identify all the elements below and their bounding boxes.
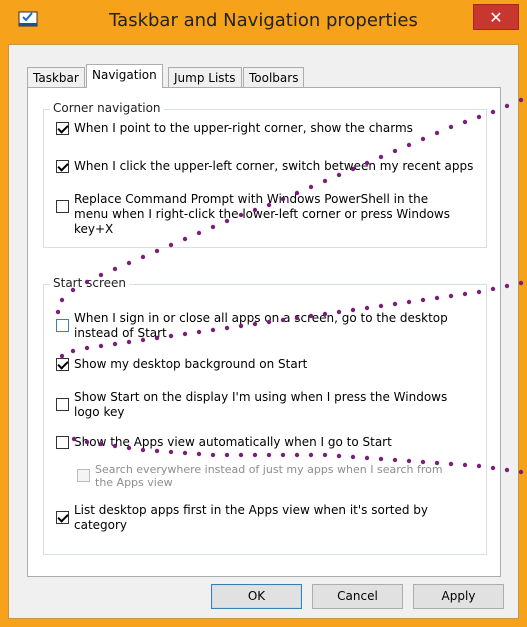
powershell-checkbox[interactable]	[56, 200, 69, 213]
tab-taskbar[interactable]: Taskbar	[27, 67, 85, 87]
option-powershell[interactable]: Replace Command Prompt with Windows Powe…	[56, 192, 466, 237]
show-start-on-display-checkbox[interactable]	[56, 398, 69, 411]
option-show-start-on-display[interactable]: Show Start on the display I'm using when…	[56, 390, 471, 420]
start-screen-legend: Start screen	[50, 276, 130, 290]
desktop-background-label: Show my desktop background on Start	[74, 357, 308, 371]
option-desktop-apps-first[interactable]: List desktop apps first in the Apps view…	[56, 503, 466, 533]
switch-recent-apps-checkbox[interactable]	[56, 160, 69, 173]
apply-button[interactable]: Apply	[413, 584, 504, 609]
go-to-desktop-checkbox[interactable]	[56, 319, 69, 332]
show-charms-checkbox[interactable]	[56, 122, 69, 135]
desktop-background-checkbox[interactable]	[56, 358, 69, 371]
ok-button[interactable]: OK	[211, 584, 302, 609]
powershell-label: Replace Command Prompt with Windows Powe…	[74, 192, 450, 236]
tab-navigation[interactable]: Navigation	[86, 64, 163, 88]
tab-jump-lists[interactable]: Jump Lists	[168, 67, 242, 87]
option-show-charms[interactable]: When I point to the upper-right corner, …	[56, 121, 480, 136]
show-charms-label: When I point to the upper-right corner, …	[74, 121, 413, 135]
option-apps-view-auto[interactable]: Show the Apps view automatically when I …	[56, 435, 480, 450]
cancel-button[interactable]: Cancel	[312, 584, 403, 609]
show-start-on-display-label: Show Start on the display I'm using when…	[74, 390, 448, 419]
apps-view-auto-checkbox[interactable]	[56, 436, 69, 449]
title-bar[interactable]: Taskbar and Navigation properties ✕	[0, 0, 527, 44]
go-to-desktop-label: When I sign in or close all apps on a sc…	[74, 311, 448, 340]
search-everywhere-label: Search everywhere instead of just my app…	[95, 463, 443, 489]
properties-window: Taskbar and Navigation properties ✕ Task…	[0, 0, 527, 627]
switch-recent-apps-label: When I click the upper-left corner, swit…	[74, 159, 474, 173]
option-desktop-background[interactable]: Show my desktop background on Start	[56, 357, 480, 372]
tab-toolbars[interactable]: Toolbars	[243, 67, 305, 87]
option-switch-recent-apps[interactable]: When I click the upper-left corner, swit…	[56, 159, 480, 174]
option-search-everywhere[interactable]: Search everywhere instead of just my app…	[77, 463, 462, 489]
dialog-client-area: Taskbar Navigation Jump Lists Toolbars C…	[8, 44, 519, 619]
option-go-to-desktop[interactable]: When I sign in or close all apps on a sc…	[56, 311, 466, 341]
start-screen-group: Start screen When I sign in or close all…	[43, 276, 487, 555]
desktop-apps-first-checkbox[interactable]	[56, 511, 69, 524]
close-button[interactable]: ✕	[473, 4, 519, 30]
window-title: Taskbar and Navigation properties	[109, 10, 418, 31]
corner-navigation-legend: Corner navigation	[50, 101, 164, 115]
apps-view-auto-label: Show the Apps view automatically when I …	[74, 435, 392, 449]
corner-navigation-group: Corner navigation When I point to the up…	[43, 101, 487, 248]
desktop-apps-first-label: List desktop apps first in the Apps view…	[74, 503, 428, 532]
search-everywhere-checkbox[interactable]	[77, 469, 90, 482]
navigation-tab-panel: Corner navigation When I point to the up…	[27, 87, 501, 577]
